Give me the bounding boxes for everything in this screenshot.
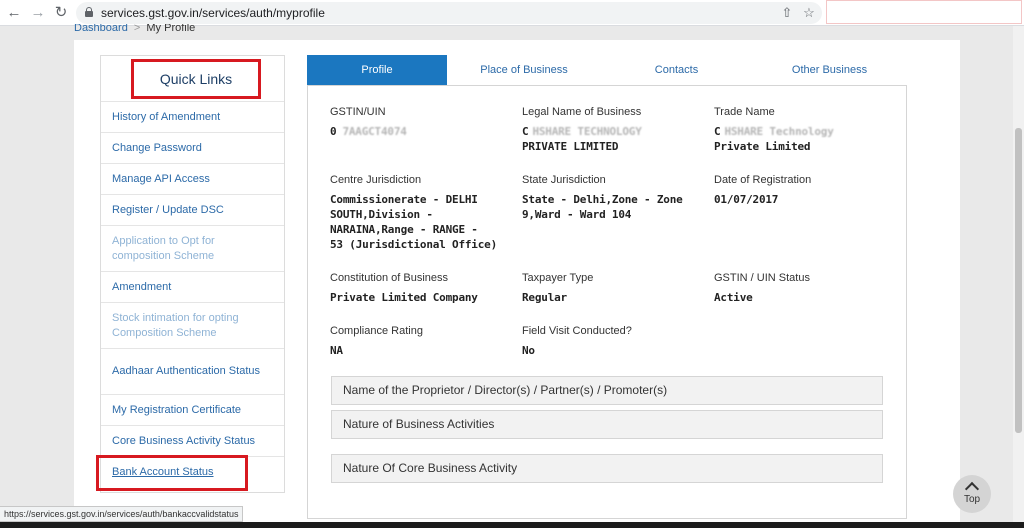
quick-link-amendment[interactable]: Amendment [101,272,284,303]
compliance-rating-value: NA [330,344,343,357]
gstin-status-label: GSTIN / UIN Status [714,272,810,284]
star-icon[interactable]: ☆ [800,4,818,22]
registration-date-label: Date of Registration [714,174,812,186]
tab-place-of-business[interactable]: Place of Business [447,55,601,85]
gstin-value: 0 7AAGCT4074 [330,125,407,138]
breadcrumb-dashboard-link[interactable]: Dashboard [74,24,128,34]
lock-icon[interactable] [85,7,93,17]
state-jurisdiction-line1: State - Delhi,Zone - Zone [522,193,683,206]
extension-area [826,0,1022,24]
centre-jurisdiction-label: Centre Jurisdiction [330,174,422,186]
legal-name-line2: PRIVATE LIMITED [522,140,619,153]
accordion-nature-of-business[interactable]: Nature of Business Activities [331,410,883,439]
quick-link-opt-composition: Application to Opt for composition Schem… [101,226,284,272]
quick-link-stock-intimation: Stock intimation for opting Composition … [101,303,284,349]
registration-date-value: 01/07/2017 [714,193,779,206]
breadcrumb: Dashboard > My Profile [74,24,195,36]
tab-contacts[interactable]: Contacts [601,55,752,85]
quick-link-change-password[interactable]: Change Password [101,133,284,164]
legal-name-line1: C HSHARE TECHNOLOGY [522,125,642,138]
quick-link-registration-certificate[interactable]: My Registration Certificate [101,395,284,426]
link-status-bar: https://services.gst.gov.in/services/aut… [0,506,244,522]
taxpayer-type-value: Regular [522,291,567,304]
quick-link-manage-api-access[interactable]: Manage API Access [101,164,284,195]
quick-link-history-of-amendment[interactable]: History of Amendment [101,102,284,133]
accordion-proprietor-directors[interactable]: Name of the Proprietor / Director(s) / P… [331,376,883,405]
quick-links-title: Quick Links [131,59,261,99]
state-jurisdiction-line2: 9,Ward - Ward 104 [522,208,632,221]
quick-links-header: Quick Links [101,56,284,102]
gstin-status-value: Active [714,291,753,304]
centre-jurisdiction-line2: SOUTH,Division - [330,208,433,221]
url-text[interactable]: services.gst.gov.in/services/auth/myprof… [101,6,325,20]
quick-links-panel: Quick Links History of Amendment Change … [100,55,285,493]
tab-profile[interactable]: Profile [307,55,447,85]
reload-icon[interactable]: ↻ [51,3,71,23]
accordion-core-business-activity[interactable]: Nature Of Core Business Activity [331,454,883,483]
tab-other-business[interactable]: Other Business [752,55,907,85]
centre-jurisdiction-line3: NARAINA,Range - RANGE - [330,223,478,236]
quick-link-core-business-activity[interactable]: Core Business Activity Status [101,426,284,457]
centre-jurisdiction-line4: 53 (Jurisdictional Office) [330,238,497,251]
quick-link-aadhaar-authentication[interactable]: Aadhaar Authentication Status [101,349,284,395]
back-to-top-button[interactable]: Top [953,475,991,513]
constitution-value: Private Limited Company [330,291,478,304]
gstin-label: GSTIN/UIN [330,106,386,118]
breadcrumb-current: My Profile [146,24,196,34]
back-to-top-label: Top [963,494,981,505]
taxpayer-type-label: Taxpayer Type [522,272,594,284]
taskbar [0,522,1024,528]
breadcrumb-separator: > [133,24,141,34]
quick-link-register-update-dsc[interactable]: Register / Update DSC [101,195,284,226]
browser-toolbar: ← → ↻ services.gst.gov.in/services/auth/… [0,0,1024,26]
centre-jurisdiction-line1: Commissionerate - DELHI [330,193,478,206]
trade-name-line1: C HSHARE Technology [714,125,834,138]
page-scrollbar-thumb[interactable] [1015,128,1022,433]
compliance-rating-label: Compliance Rating [330,325,423,337]
address-bar[interactable]: services.gst.gov.in/services/auth/myprof… [76,2,822,24]
trade-name-label: Trade Name [714,106,775,118]
constitution-label: Constitution of Business [330,272,449,284]
arrow-right-icon[interactable]: → [28,3,48,23]
bank-account-highlight-box [96,455,248,491]
state-jurisdiction-label: State Jurisdiction [522,174,606,186]
trade-name-line2: Private Limited [714,140,811,153]
share-icon[interactable]: ⇧ [778,4,796,22]
field-visit-value: No [522,344,535,357]
field-visit-label: Field Visit Conducted? [522,325,632,337]
legal-name-label: Legal Name of Business [522,106,642,118]
arrow-left-icon[interactable]: ← [4,3,24,23]
